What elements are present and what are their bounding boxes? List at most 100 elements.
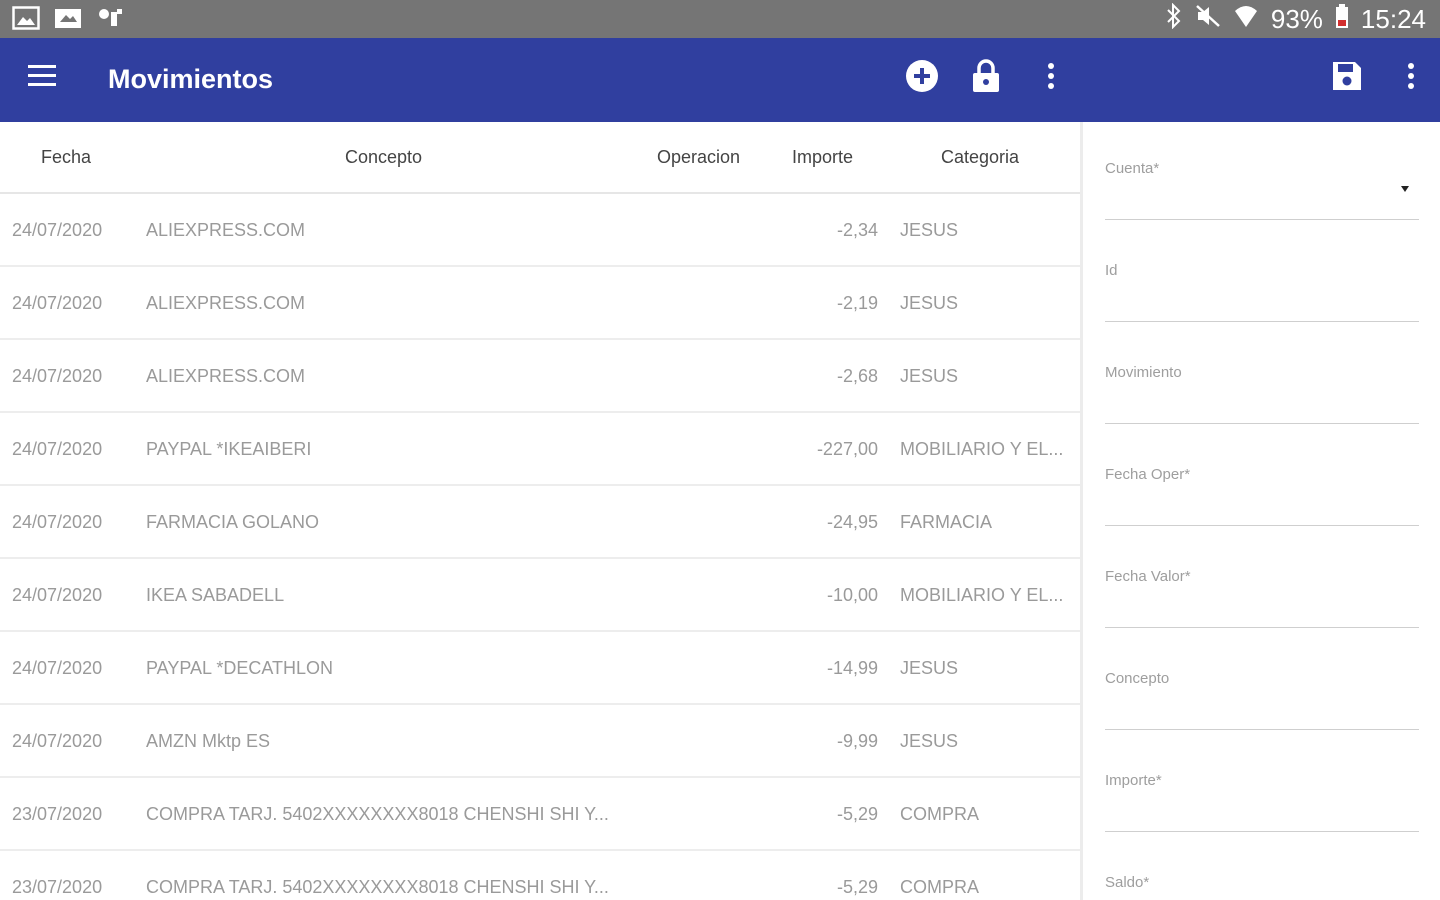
table-row[interactable]: 24/07/2020 FARMACIA GOLANO -24,95 FARMACIA xyxy=(0,486,1080,559)
form-field-saldo[interactable]: Saldo* xyxy=(1105,874,1419,900)
cell-concepto: FARMACIA GOLANO xyxy=(146,512,320,532)
cell-importe: -227,00 xyxy=(816,439,878,459)
cell-concepto: PAYPAL *IKEAIBERI xyxy=(146,439,312,459)
table-row[interactable]: 23/07/2020 COMPRA TARJ. 5402XXXXXXXX8018 … xyxy=(0,851,1080,900)
field-label: Movimiento xyxy=(1105,364,1182,381)
cell-fecha: 24/07/2020 xyxy=(12,658,103,678)
table-row[interactable]: 24/07/2020 ALIEXPRESS.COM -2,19 JESUS xyxy=(0,267,1080,340)
cell-importe: -5,29 xyxy=(836,877,878,897)
field-label: Fecha Valor* xyxy=(1105,568,1191,585)
status-left-icons xyxy=(12,6,124,35)
table-row[interactable]: 24/07/2020 AMZN Mktp ES -9,99 JESUS xyxy=(0,705,1080,778)
cell-categoria: JESUS xyxy=(900,293,959,313)
field-label: Id xyxy=(1105,262,1118,279)
clock: 15:24 xyxy=(1360,4,1426,34)
cell-importe: -5,29 xyxy=(836,804,878,824)
menu-icon xyxy=(28,65,56,86)
cell-importe: -2,34 xyxy=(836,220,878,240)
cell-importe: -24,95 xyxy=(826,512,878,532)
cell-categoria: JESUS xyxy=(900,658,959,678)
table-row[interactable]: 24/07/2020 ALIEXPRESS.COM -2,68 JESUS xyxy=(0,340,1080,413)
cell-importe: -10,00 xyxy=(826,585,878,605)
header-operacion[interactable]: Operacion xyxy=(657,147,740,168)
form-field-cuenta[interactable]: Cuenta* xyxy=(1105,160,1419,220)
cell-importe: -2,19 xyxy=(836,293,878,313)
field-label: Concepto xyxy=(1105,670,1170,687)
cell-categoria: JESUS xyxy=(900,731,959,751)
bluetooth-icon xyxy=(1165,2,1183,36)
cell-concepto: ALIEXPRESS.COM xyxy=(146,366,306,386)
cell-fecha: 23/07/2020 xyxy=(12,804,103,824)
table-header: Fecha Concepto Operacion Importe Categor… xyxy=(0,122,1080,194)
form-field-id[interactable]: Id xyxy=(1105,262,1419,322)
lock-icon xyxy=(973,59,999,92)
status-right: 93% 15:24 xyxy=(1165,2,1426,36)
app-bar: Movimientos xyxy=(0,38,1440,122)
photo-icon xyxy=(54,6,82,35)
field-label: Importe* xyxy=(1105,772,1162,789)
table-row[interactable]: 24/07/2020 PAYPAL *IKEAIBERI -227,00 MOBILI… xyxy=(0,413,1080,486)
add-button[interactable] xyxy=(902,56,942,96)
more-vert-icon xyxy=(1408,63,1414,89)
cell-importe: -14,99 xyxy=(826,658,878,678)
status-bar: 93% 15:24 xyxy=(0,0,1440,38)
save-button[interactable] xyxy=(1327,56,1367,96)
form-more-options-button[interactable] xyxy=(1391,56,1431,96)
cell-fecha: 24/07/2020 xyxy=(12,731,103,751)
table-row[interactable]: 24/07/2020 PAYPAL *DECATHLON -14,99 JESUS xyxy=(0,632,1080,705)
battery-icon xyxy=(1335,3,1349,36)
cell-importe: -9,99 xyxy=(836,731,878,751)
cell-importe: -2,68 xyxy=(836,366,878,386)
detail-form: Cuenta* Id Movimiento Fecha Oper* Fecha Valo… xyxy=(1083,122,1440,900)
table-row[interactable]: 24/07/2020 ALIEXPRESS.COM -2,34 JESUS xyxy=(0,194,1080,267)
header-concepto[interactable]: Concepto xyxy=(345,147,422,168)
gallery-icon xyxy=(12,6,40,35)
cell-categoria: JESUS xyxy=(900,220,959,240)
cell-fecha: 24/07/2020 xyxy=(12,439,103,459)
cell-fecha: 24/07/2020 xyxy=(12,293,103,313)
cell-fecha: 24/07/2020 xyxy=(12,220,103,240)
cell-categoria: FARMACIA xyxy=(900,512,993,532)
form-field-fechavalor[interactable]: Fecha Valor* xyxy=(1105,568,1419,628)
movements-table: Fecha Concepto Operacion Importe Categor… xyxy=(0,122,1080,900)
field-label: Cuenta* xyxy=(1105,160,1160,177)
cell-fecha: 24/07/2020 xyxy=(12,366,103,386)
cell-concepto: PAYPAL *DECATHLON xyxy=(146,658,334,678)
menu-button[interactable] xyxy=(26,62,58,90)
cell-concepto: COMPRA TARJ. 5402XXXXXXXX8018 CHENSHI SH… xyxy=(146,804,609,824)
cell-concepto: ALIEXPRESS.COM xyxy=(146,220,306,240)
cell-concepto: ALIEXPRESS.COM xyxy=(146,293,306,313)
battery-percent: 93% xyxy=(1270,4,1323,34)
cell-concepto: COMPRA TARJ. 5402XXXXXXXX8018 CHENSHI SH… xyxy=(146,877,609,897)
form-field-fechaoper[interactable]: Fecha Oper* xyxy=(1105,466,1419,526)
cell-fecha: 24/07/2020 xyxy=(12,512,103,532)
table-body: 24/07/2020 ALIEXPRESS.COM -2,34 JESUS 24/07/… xyxy=(0,194,1080,900)
form-field-concepto[interactable]: Concepto xyxy=(1105,670,1419,730)
cell-categoria: JESUS xyxy=(900,366,959,386)
more-vert-icon xyxy=(1048,63,1054,89)
wifi-icon xyxy=(1233,3,1259,36)
form-field-movimiento[interactable]: Movimiento xyxy=(1105,364,1419,424)
mute-icon xyxy=(1195,4,1221,35)
table-row[interactable]: 23/07/2020 COMPRA TARJ. 5402XXXXXXXX8018 … xyxy=(0,778,1080,851)
form-field-importe[interactable]: Importe* xyxy=(1105,772,1419,832)
page-title: Movimientos xyxy=(108,64,274,94)
cell-concepto: AMZN Mktp ES xyxy=(146,731,271,751)
cell-categoria: MOBILIARIO Y EL... xyxy=(900,439,1064,459)
header-fecha[interactable]: Fecha xyxy=(41,147,91,168)
cell-fecha: 24/07/2020 xyxy=(12,585,103,605)
more-options-button[interactable] xyxy=(1031,56,1071,96)
cell-fecha: 23/07/2020 xyxy=(12,877,103,897)
save-icon xyxy=(1333,62,1361,90)
sync-icon xyxy=(96,6,124,35)
field-label: Fecha Oper* xyxy=(1105,466,1191,483)
cell-categoria: MOBILIARIO Y EL... xyxy=(900,585,1064,605)
cell-categoria: COMPRA xyxy=(900,877,980,897)
header-categoria[interactable]: Categoria xyxy=(941,147,1019,168)
dropdown-arrow-icon[interactable] xyxy=(1401,186,1409,192)
header-importe[interactable]: Importe xyxy=(792,147,853,168)
cell-concepto: IKEA SABADELL xyxy=(146,585,285,605)
table-row[interactable]: 24/07/2020 IKEA SABADELL -10,00 MOBILIARIO … xyxy=(0,559,1080,632)
lock-button[interactable] xyxy=(966,56,1006,96)
cell-categoria: COMPRA xyxy=(900,804,980,824)
